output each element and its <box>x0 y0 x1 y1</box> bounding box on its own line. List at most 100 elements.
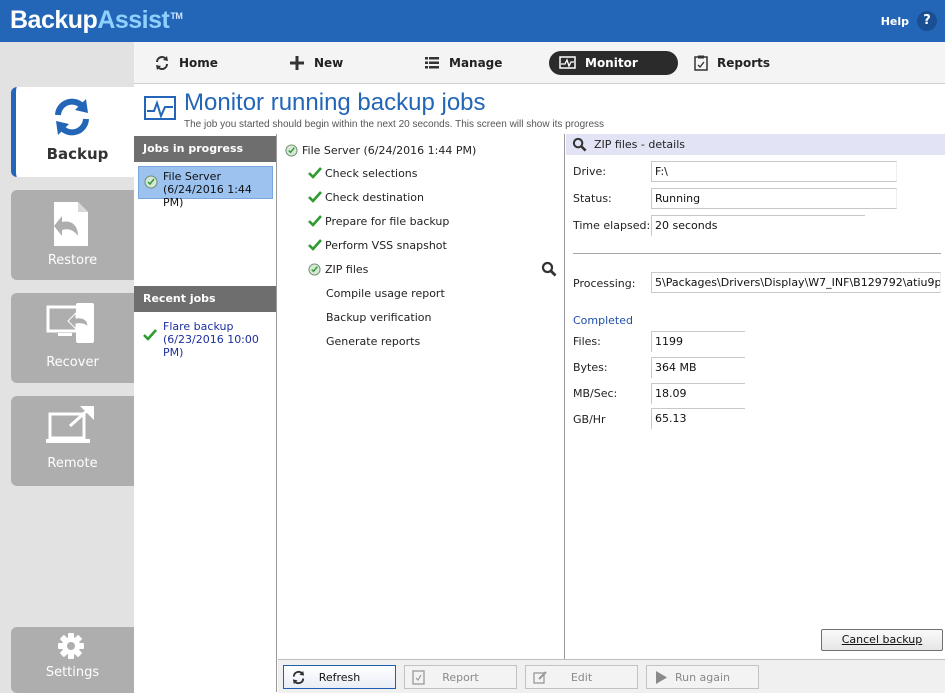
app-logo: BackupAssistTM <box>10 6 183 35</box>
step-root-label: File Server (6/24/2016 1:44 PM) <box>302 143 477 157</box>
status-field: Running <box>651 188 897 209</box>
elapsed-field: 20 seconds <box>651 215 865 236</box>
report-label: Report <box>442 670 479 684</box>
details-divider <box>573 253 941 255</box>
step-label: Check destination <box>325 190 424 204</box>
report-icon <box>412 670 425 685</box>
steps-panel: File Server (6/24/2016 1:44 PM) Check se… <box>278 134 565 659</box>
step-label: Prepare for file backup <box>325 214 450 228</box>
sidebar-item-remote[interactable]: Remote <box>11 396 134 486</box>
drive-field: F:\ <box>651 161 897 182</box>
job-time: (6/24/2016 1:44 PM) <box>163 183 252 209</box>
mbsec-field: 18.09 <box>651 383 745 404</box>
tab-new[interactable]: New <box>289 51 343 75</box>
play-icon <box>656 671 667 684</box>
brand-part1: Backup <box>10 6 98 34</box>
step-item-running[interactable]: ZIP files <box>308 261 368 277</box>
tab-reports[interactable]: Reports <box>694 51 770 75</box>
step-item: Check destination <box>308 189 424 205</box>
details-panel: ZIP files - details Drive: F:\ Status: R… <box>566 134 945 659</box>
help-icon[interactable]: ? <box>917 11 937 31</box>
bottom-toolbar: Refresh Report Edit Run again <box>278 659 945 693</box>
processing-field: 5\Packages\Drivers\Display\W7_INF\B12979… <box>651 272 941 293</box>
page-subtitle: The job you started should begin within … <box>184 119 605 130</box>
recent-job-item[interactable]: Flare backup (6/23/2016 10:00 PM) <box>138 320 273 359</box>
clipboard-icon <box>694 55 708 71</box>
step-label: Compile usage report <box>326 286 445 300</box>
help-link[interactable]: Help <box>881 15 909 28</box>
sidebar-item-restore[interactable]: Restore <box>11 190 134 280</box>
run-again-label: Run again <box>674 670 731 684</box>
refresh-button[interactable]: Refresh <box>283 665 396 689</box>
details-header-label: ZIP files - details <box>594 138 686 151</box>
tab-monitor[interactable]: Monitor <box>549 51 678 75</box>
recent-jobs-header: Recent jobs <box>134 286 276 312</box>
edit-icon <box>533 671 547 684</box>
mbsec-label: MB/Sec: <box>573 387 618 400</box>
sidebar-item-settings[interactable]: Settings <box>11 627 134 693</box>
page-title: Monitor running backup jobs <box>184 89 486 116</box>
edit-label: Edit <box>570 670 593 684</box>
run-again-button[interactable]: Run again <box>646 665 759 689</box>
brand-part2: Assist <box>97 6 170 34</box>
restore-icon <box>54 202 88 246</box>
sidebar-item-recover[interactable]: Recover <box>11 293 134 383</box>
step-root: File Server (6/24/2016 1:44 PM) <box>285 142 476 158</box>
sidebar-label-settings: Settings <box>45 665 100 680</box>
monitor-icon <box>559 56 576 70</box>
step-label: Backup verification <box>326 310 432 324</box>
cancel-backup-button[interactable]: Cancel backup <box>821 629 943 651</box>
check-icon <box>143 329 157 341</box>
bytes-label: Bytes: <box>573 361 608 374</box>
running-job-icon <box>285 143 302 157</box>
list-icon <box>424 55 440 71</box>
step-label: Generate reports <box>326 334 421 348</box>
step-item: Compile usage report <box>326 285 445 301</box>
step-label: ZIP files <box>325 262 369 276</box>
tab-monitor-label: Monitor <box>585 56 638 70</box>
refresh-icon <box>292 670 305 685</box>
step-item: Check selections <box>308 165 418 181</box>
tab-home[interactable]: Home <box>154 51 218 75</box>
recent-job-time-cont: PM) <box>163 346 184 359</box>
job-in-progress-item[interactable]: File Server (6/24/2016 1:44 PM) <box>138 166 273 209</box>
report-button[interactable]: Report <box>404 665 517 689</box>
search-icon <box>572 137 587 152</box>
brand-trademark: TM <box>170 10 183 21</box>
check-icon <box>308 239 325 251</box>
recover-icon <box>46 303 94 343</box>
plus-icon <box>289 55 305 71</box>
sidebar: Backup Restore Recover Remote Settings <box>0 42 134 693</box>
files-field: 1199 <box>651 331 745 352</box>
step-item: Backup verification <box>326 309 431 325</box>
remote-icon <box>46 406 94 443</box>
main-content: Monitor running backup jobs The job you … <box>134 84 945 693</box>
step-label: Check selections <box>325 166 418 180</box>
edit-button[interactable]: Edit <box>525 665 638 689</box>
files-label: Files: <box>573 335 601 348</box>
check-icon <box>308 215 325 227</box>
recent-job-name: Flare backup <box>163 320 234 333</box>
tab-manage[interactable]: Manage <box>424 51 502 75</box>
jobs-in-progress-header: Jobs in progress <box>134 136 276 162</box>
sidebar-label-remote: Remote <box>47 456 98 471</box>
search-icon[interactable] <box>541 261 557 277</box>
bytes-field: 364 MB <box>651 357 745 378</box>
cancel-backup-label: Cancel backup <box>841 633 923 646</box>
tab-manage-label: Manage <box>449 56 503 70</box>
monitor-page-icon <box>144 96 176 120</box>
recent-job-time: (6/23/2016 10:00 <box>163 333 259 346</box>
gbhr-label: GB/Hr <box>573 413 606 426</box>
step-label: Perform VSS snapshot <box>325 238 447 252</box>
running-job-icon <box>308 262 325 276</box>
refresh-icon <box>154 55 170 71</box>
gear-icon <box>58 633 84 659</box>
gbhr-field: 65.13 <box>651 408 745 429</box>
sidebar-label-backup: Backup <box>46 145 109 163</box>
processing-label: Processing: <box>573 277 636 290</box>
step-item: Generate reports <box>326 333 420 349</box>
sidebar-item-backup[interactable]: Backup <box>11 87 134 177</box>
step-item: Perform VSS snapshot <box>308 237 447 253</box>
sidebar-label-recover: Recover <box>46 355 99 370</box>
job-name: File Server <box>163 170 221 183</box>
